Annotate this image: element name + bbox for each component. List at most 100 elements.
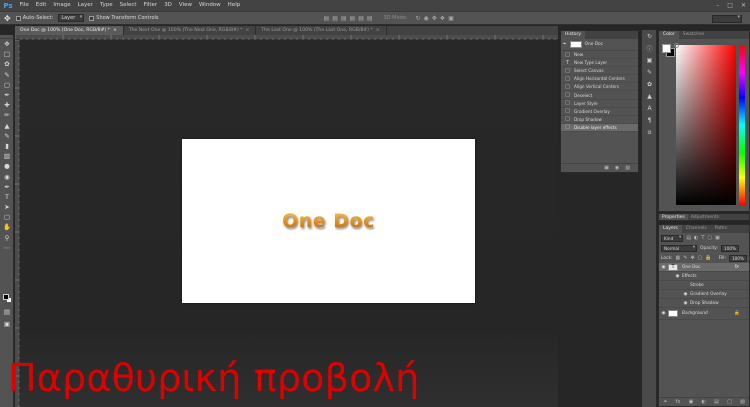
3d-scale-icon[interactable]: ▣ (448, 15, 454, 22)
menu-help[interactable]: Help (224, 0, 244, 11)
filter-smart-object-icon[interactable]: ▣ (715, 235, 720, 241)
workspace-dropdown[interactable] (712, 14, 742, 23)
document-canvas[interactable]: One Doc (182, 139, 475, 303)
show-transform-controls-checkbox[interactable]: Show Transform Controls (89, 15, 159, 21)
opacity-input[interactable]: 100% (721, 244, 740, 252)
lock-artboard-icon[interactable]: ▢ (698, 255, 703, 261)
menu-layer[interactable]: Layer (74, 0, 96, 11)
history-item[interactable]: □ Gradient Overlay (561, 108, 638, 116)
auto-select-dropdown[interactable]: Layer (58, 14, 85, 22)
glyphs-panel-icon[interactable]: α (642, 126, 657, 138)
new-layer-icon[interactable]: □ (727, 399, 732, 405)
menu-image[interactable]: Image (50, 0, 74, 11)
align-bottom-icon[interactable]: ▤ (341, 15, 347, 22)
3d-rotate-icon[interactable]: ↻ (415, 15, 420, 22)
marquee-tool-icon[interactable]: □ (0, 49, 14, 59)
close-tab-icon[interactable]: × (245, 28, 249, 33)
hand-tool-icon[interactable]: ✋ (0, 222, 14, 232)
shape-tool-icon[interactable]: ▢ (0, 212, 14, 222)
history-item[interactable]: □ Layer Style (561, 100, 638, 108)
add-style-icon[interactable]: fx (676, 399, 681, 405)
camera-icon[interactable]: ◉ (615, 165, 619, 171)
hue-slider[interactable] (739, 45, 745, 205)
history-item[interactable]: □ Drop Shadow (561, 116, 638, 124)
align-center-icon[interactable]: ▤ (358, 15, 364, 22)
brush-panel-icon[interactable]: ✎ (642, 66, 657, 78)
history-snapshot[interactable]: ✒ One Doc (561, 39, 638, 51)
menu-3d[interactable]: 3D (161, 0, 176, 11)
brush-presets-icon[interactable]: ✿ (642, 78, 657, 90)
gradient-tool-icon[interactable]: ▧ (0, 151, 14, 161)
color-picker-marker[interactable] (674, 43, 679, 48)
align-top-icon[interactable]: ▤ (324, 15, 330, 22)
new-group-icon[interactable]: ▤ (714, 399, 719, 405)
effect-gradient-overlay-row[interactable]: ◉ Gradient Overlay (659, 290, 749, 299)
dodge-tool-icon[interactable]: ◉ (0, 171, 14, 181)
lock-all-icon[interactable]: 🔒 (705, 255, 711, 261)
menu-edit[interactable]: Edit (32, 0, 50, 11)
more-tools-icon[interactable]: ⋯ (0, 243, 14, 253)
tab-one-doc[interactable]: One Doc @ 100% (One Doc, RGB/8#) * × (15, 26, 124, 35)
layer-row-one-doc[interactable]: ◉ T One Doc fx (659, 263, 749, 272)
tab-the-last-one[interactable]: The Last One @ 100% (The Last One, RGB/8… (256, 26, 387, 35)
menu-select[interactable]: Select (116, 0, 140, 11)
maximize-icon[interactable]: □ (727, 0, 733, 11)
new-adjustment-icon[interactable]: ◐ (702, 399, 706, 405)
history-item[interactable]: □ Deselect (561, 91, 638, 100)
menu-window[interactable]: Window (195, 0, 224, 11)
add-mask-icon[interactable]: ▣ (689, 399, 694, 405)
fx-icon[interactable]: fx (734, 265, 739, 270)
lock-position-icon[interactable]: ✥ (690, 255, 694, 261)
move-tool-icon[interactable]: ✥ (4, 14, 11, 23)
eraser-tool-icon[interactable]: ▮ (0, 141, 14, 151)
layer-comps-icon[interactable]: ▣ (642, 54, 657, 66)
pen-tool-icon[interactable]: ✒ (0, 182, 14, 192)
history-item-current[interactable]: □ Disable layer effects (561, 123, 638, 132)
color-field[interactable] (674, 43, 736, 205)
tab-adjustments[interactable]: Adjustments (688, 214, 722, 220)
align-middle-icon[interactable]: ▤ (332, 15, 338, 22)
visibility-eye-icon[interactable]: ◉ (659, 311, 668, 316)
menu-view[interactable]: View (175, 0, 195, 11)
history-item[interactable]: □ New (561, 51, 638, 60)
filter-kind-dropdown[interactable]: Kind (661, 234, 684, 242)
filter-pixel-icon[interactable]: ▤ (686, 235, 691, 241)
clone-source-icon[interactable]: ▲ (642, 90, 657, 102)
3d-drag-icon[interactable]: ✥ (432, 15, 437, 22)
trash-icon[interactable]: ▧ (740, 399, 745, 405)
move-tool-icon[interactable]: ✥ (0, 39, 14, 49)
healing-brush-tool-icon[interactable]: ✚ (0, 100, 14, 110)
new-document-from-state-icon[interactable]: ▣ (604, 165, 609, 171)
menu-filter[interactable]: Filter (140, 0, 161, 11)
crop-tool-icon[interactable]: ▢ (0, 80, 14, 90)
zoom-tool-icon[interactable]: ⚲ (0, 233, 14, 243)
foreground-color-swatch[interactable] (662, 44, 671, 53)
quick-mask-icon[interactable]: ▤ (0, 307, 14, 317)
tab-swatches[interactable]: Swatches (679, 31, 709, 39)
3d-roll-icon[interactable]: ◉ (424, 15, 429, 22)
tab-properties[interactable]: Properties (659, 214, 688, 220)
menu-type[interactable]: Type (96, 0, 116, 11)
close-tab-icon[interactable]: × (113, 28, 117, 33)
eyedropper-tool-icon[interactable]: ✒ (0, 90, 14, 100)
align-right-icon[interactable]: ▤ (367, 15, 373, 22)
auto-select-checkbox[interactable]: Auto-Select: (15, 15, 53, 21)
foreground-color-swatch[interactable] (3, 294, 9, 300)
path-select-tool-icon[interactable]: ➤ (0, 202, 14, 212)
fill-input[interactable]: 100% (728, 254, 747, 262)
filter-type-icon[interactable]: T (701, 235, 704, 241)
paragraph-panel-icon[interactable]: ¶ (642, 114, 657, 126)
history-item[interactable]: □ Select Canvas (561, 67, 638, 76)
tab-layers[interactable]: Layers (659, 225, 682, 233)
brush-tool-icon[interactable]: ✏ (0, 110, 14, 120)
lock-image-icon[interactable]: ✎ (683, 255, 687, 261)
tab-channels[interactable]: Channels (682, 225, 711, 233)
tab-history[interactable]: History (561, 31, 586, 39)
trash-icon[interactable]: ▧ (625, 165, 630, 171)
minimize-icon[interactable]: – (716, 0, 719, 11)
effect-stroke-row[interactable]: Stroke (659, 281, 749, 290)
history-brush-tool-icon[interactable]: ✎ (0, 131, 14, 141)
quick-select-tool-icon[interactable]: ✎ (0, 70, 14, 80)
info-panel-icon[interactable]: ⓘ (642, 42, 657, 54)
history-item[interactable]: □ Align Vertical Centers (561, 83, 638, 92)
